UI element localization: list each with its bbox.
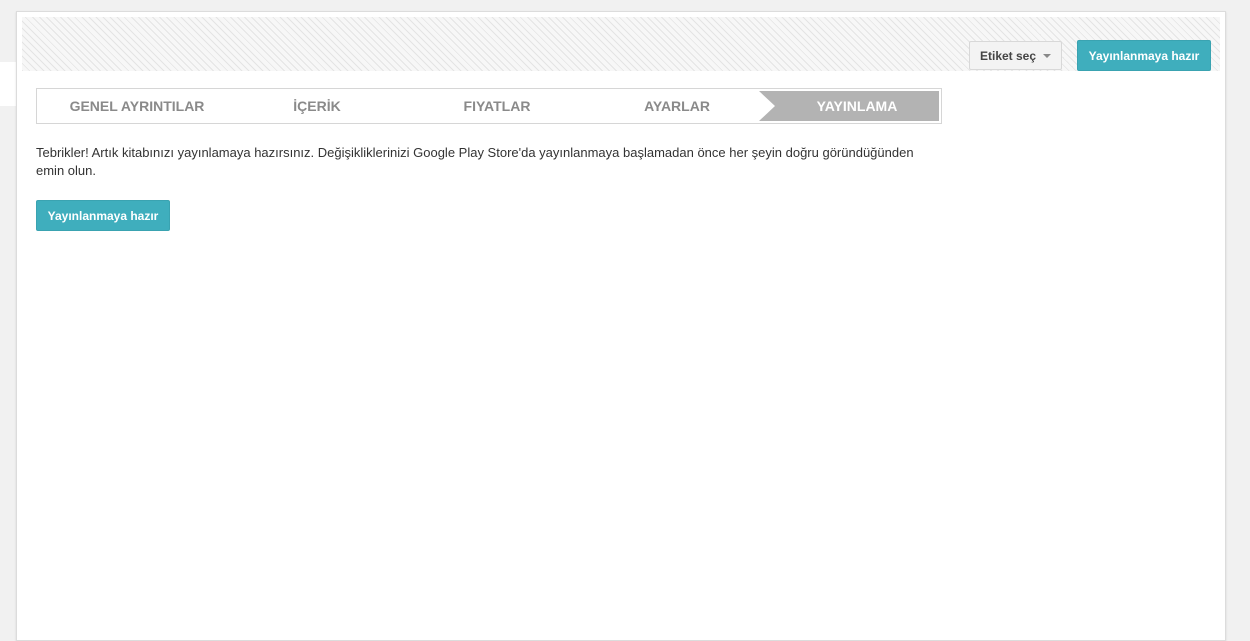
side-panel-edge bbox=[0, 62, 16, 106]
progress-steps: GENEL AYRINTILAR İÇERİK FIYATLAR AYARLAR… bbox=[36, 88, 942, 124]
header-bar: Etiket seç Yayınlanmaya hazır bbox=[22, 17, 1220, 71]
chevron-down-icon bbox=[1043, 54, 1051, 58]
publish-ready-button[interactable]: Yayınlanmaya hazır bbox=[36, 200, 170, 231]
step-settings[interactable]: AYARLAR bbox=[587, 89, 767, 123]
label-select-text: Etiket seç bbox=[980, 48, 1037, 63]
step-content[interactable]: İÇERİK bbox=[227, 89, 407, 123]
congrats-message: Tebrikler! Artık kitabınızı yayınlamaya … bbox=[36, 145, 914, 178]
step-publishing[interactable]: YAYINLAMA bbox=[777, 89, 937, 123]
step-general-details[interactable]: GENEL AYRINTILAR bbox=[37, 89, 237, 123]
publish-ready-button-top[interactable]: Yayınlanmaya hazır bbox=[1077, 40, 1211, 71]
book-editor-card: Etiket seç Yayınlanmaya hazır GENEL AYRI… bbox=[16, 11, 1226, 641]
step-pricing[interactable]: FIYATLAR bbox=[407, 89, 587, 123]
label-select-dropdown[interactable]: Etiket seç bbox=[969, 41, 1062, 70]
